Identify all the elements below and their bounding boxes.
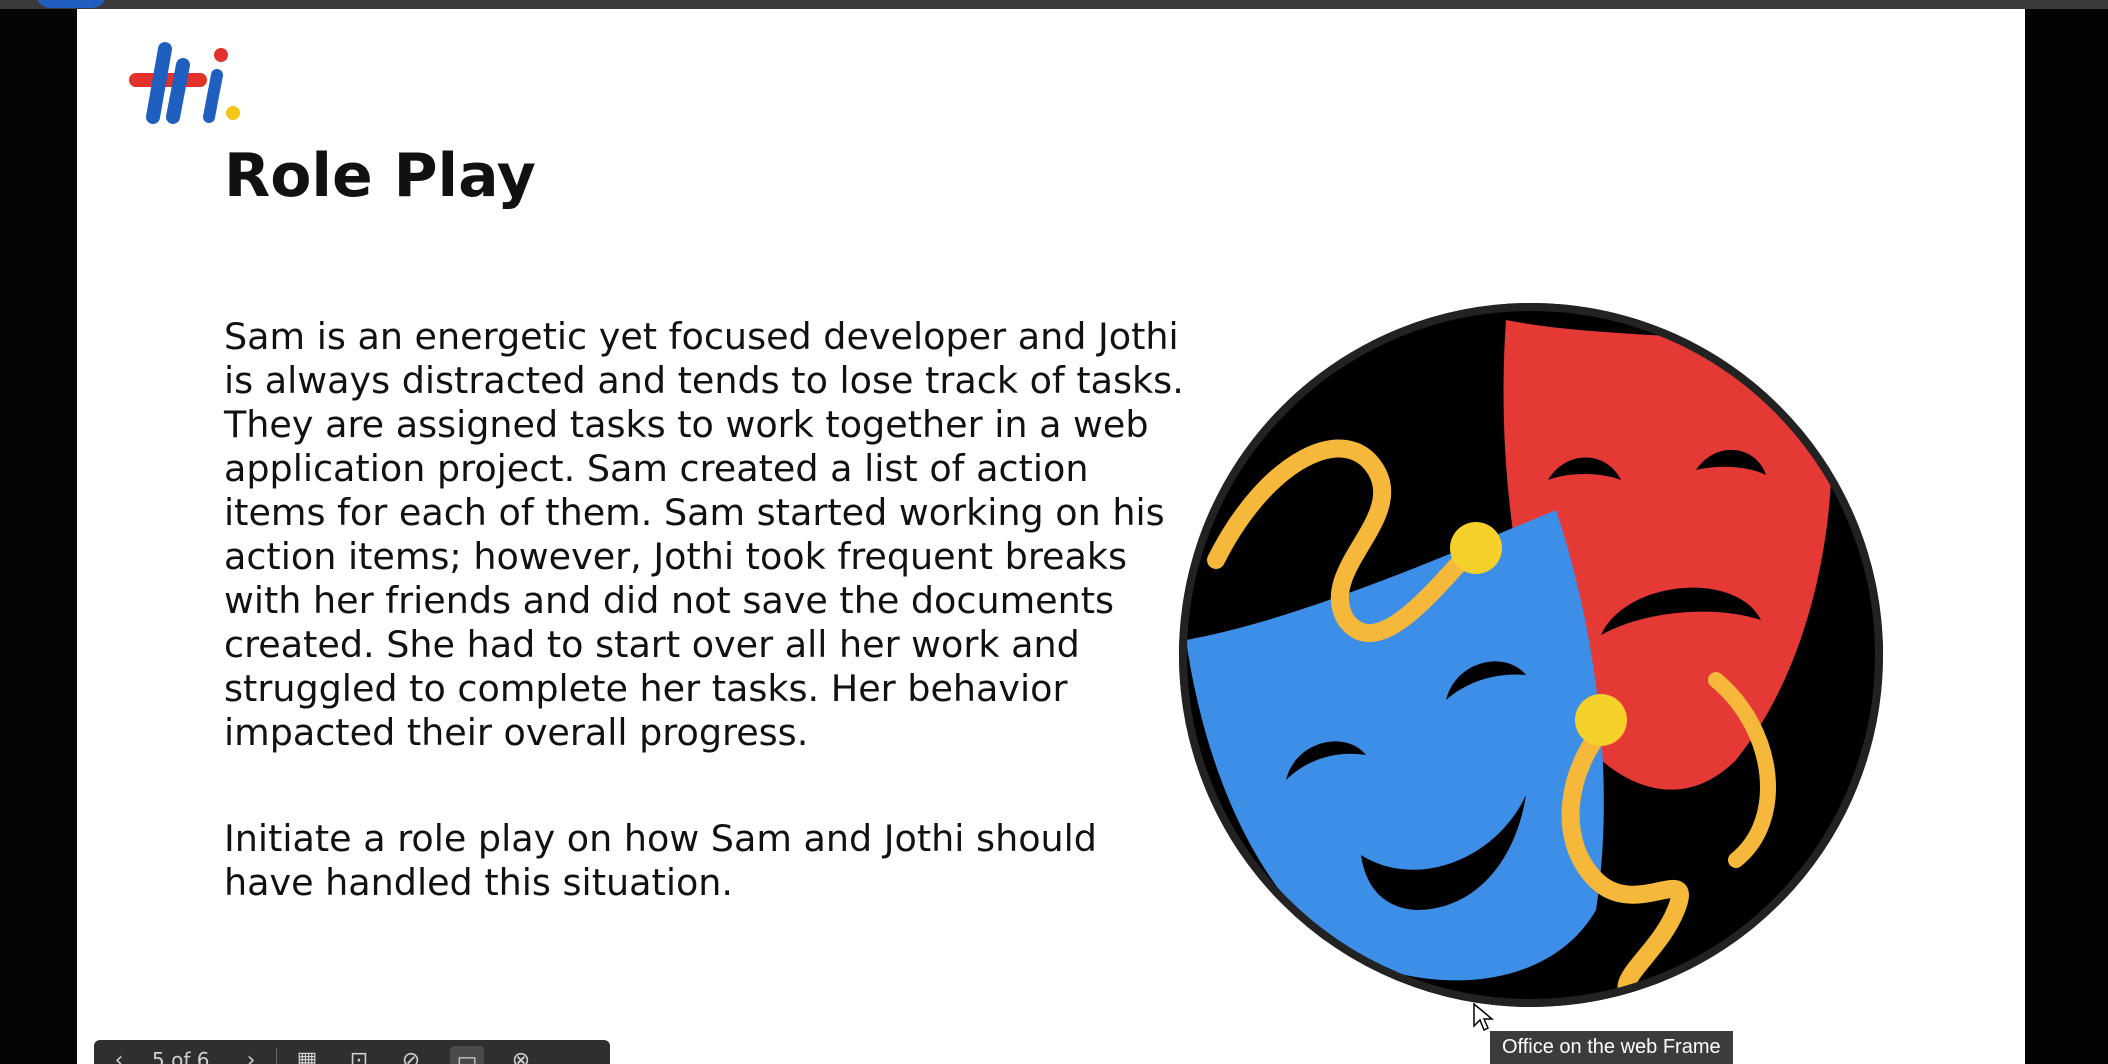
hi-logo-icon [129,42,240,124]
slide: Role Play Sam is an energetic yet focuse… [77,9,2025,1064]
slides-grid-icon[interactable]: ▦ [290,1046,324,1064]
presentation-screen: Role Play Sam is an energetic yet focuse… [0,0,2108,1064]
slide-counter: 5 of 6 [152,1048,210,1064]
slide-body: Sam is an energetic yet focused develope… [224,315,1184,905]
top-accent-tab [36,0,106,8]
toolbar-divider [276,1048,277,1064]
fit-icon[interactable]: ⊡ [342,1046,376,1064]
mouse-cursor-icon [1473,1002,1494,1032]
theater-masks-icon [1179,303,1883,1007]
slide-title: Role Play [224,141,536,211]
frame-tooltip: Office on the web Frame [1490,1031,1733,1064]
right-frame-edge [2025,9,2108,1064]
instruction-paragraph: Initiate a role play on how Sam and Joth… [224,817,1097,904]
presenter-toolbar: ‹ 5 of 6 › ▦ ⊡ ⊘ ▭ ⊗ [94,1040,610,1064]
camera-icon[interactable]: ▭ [450,1046,484,1064]
chevron-right-icon[interactable]: › [234,1046,268,1064]
hide-slide-icon[interactable]: ⊘ [394,1046,428,1064]
scenario-paragraph: Sam is an energetic yet focused develope… [224,315,1184,754]
top-strip [0,0,2108,9]
chevron-left-icon[interactable]: ‹ [102,1046,136,1064]
exit-icon[interactable]: ⊗ [504,1046,538,1064]
